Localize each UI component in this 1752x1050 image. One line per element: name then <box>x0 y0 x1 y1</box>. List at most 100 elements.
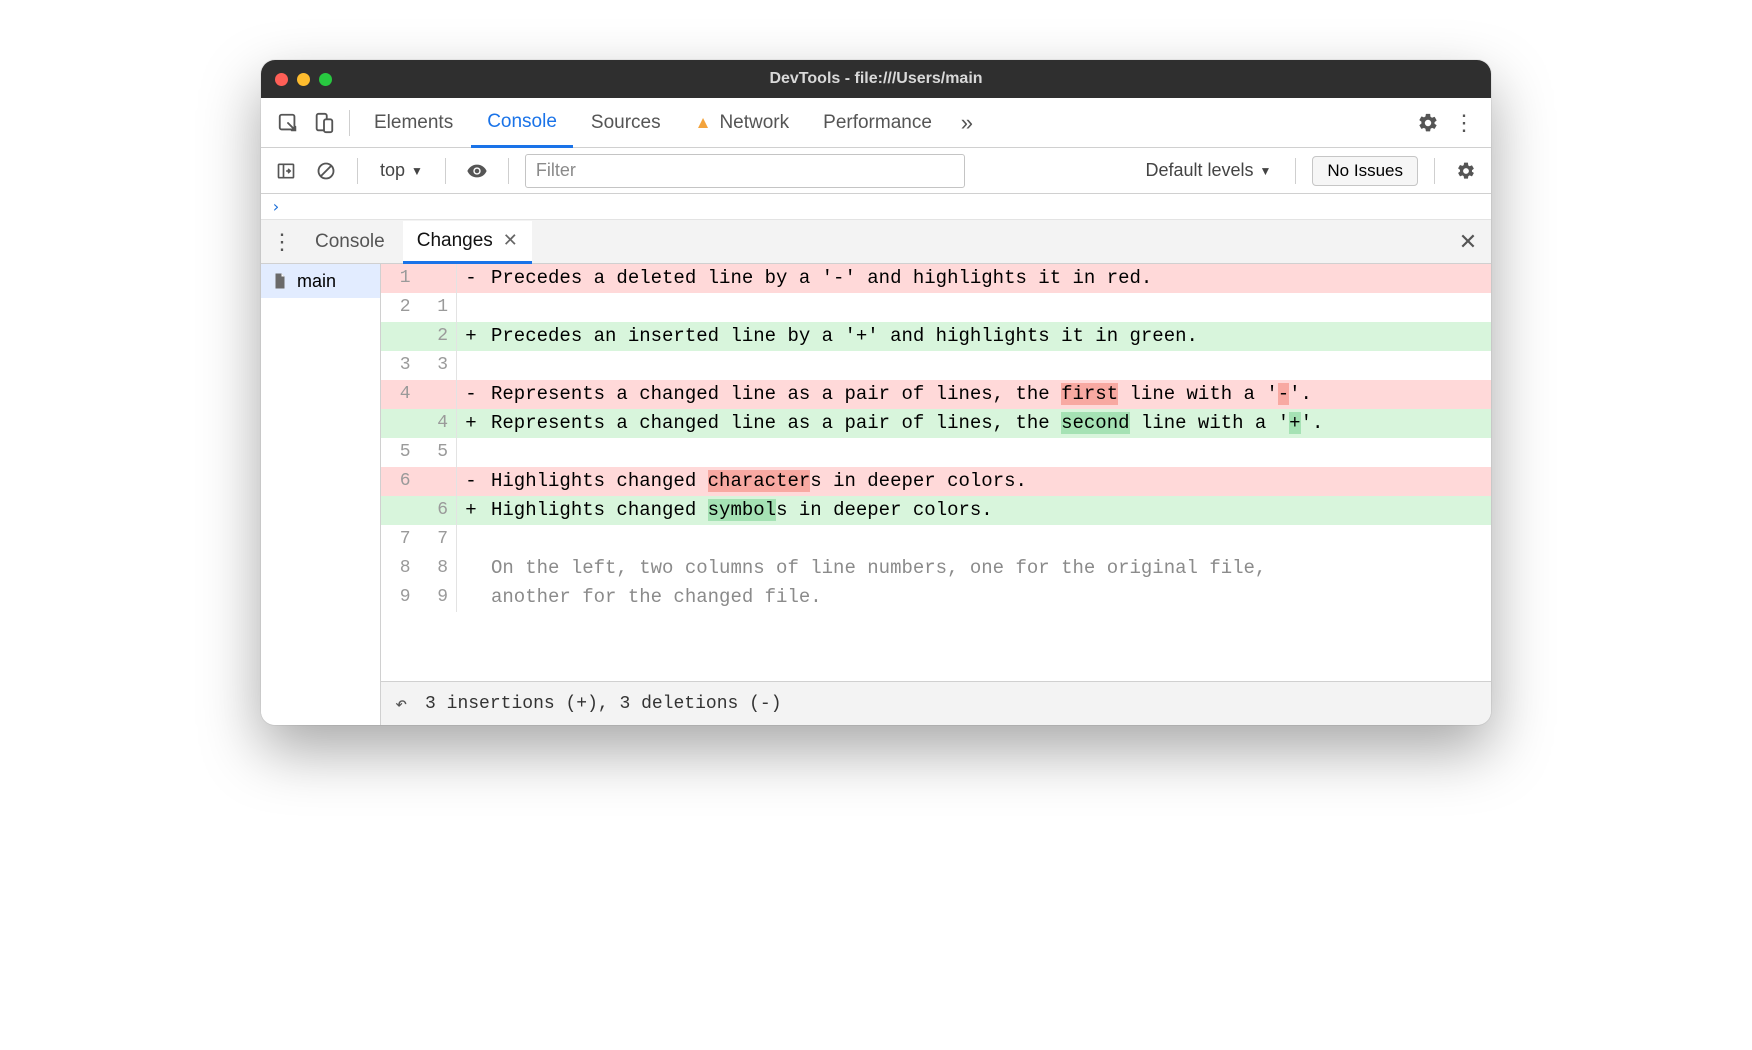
close-tab-icon[interactable]: ✕ <box>503 230 518 251</box>
diff-content: On the left, two columns of line numbers… <box>485 554 1491 583</box>
tab-network-label: Network <box>719 112 789 134</box>
divider <box>445 158 446 184</box>
diff-content: Precedes an inserted line by a '+' and h… <box>485 322 1491 351</box>
new-line-number: 7 <box>419 525 457 554</box>
diff-row: 77 <box>381 525 1491 554</box>
old-line-number <box>381 322 419 351</box>
new-line-number: 8 <box>419 554 457 583</box>
new-line-number <box>419 467 457 496</box>
console-prompt[interactable]: › <box>261 194 1491 220</box>
revert-icon[interactable]: ↶ <box>395 691 407 717</box>
diff-row: 88On the left, two columns of line numbe… <box>381 554 1491 583</box>
line-gutter: 21 <box>381 293 457 322</box>
maximize-window-button[interactable] <box>319 73 332 86</box>
old-line-number <box>381 496 419 525</box>
warning-icon: ▲ <box>695 113 712 133</box>
diff-row: 21 <box>381 293 1491 322</box>
new-line-number: 9 <box>419 583 457 612</box>
diff-marker <box>457 583 485 612</box>
diff-marker <box>457 554 485 583</box>
kebab-menu-icon[interactable]: ⋮ <box>1447 106 1481 140</box>
tab-performance-label: Performance <box>823 112 932 134</box>
line-gutter: 33 <box>381 351 457 380</box>
line-gutter: 55 <box>381 438 457 467</box>
line-gutter: 2 <box>381 322 457 351</box>
sidebar-toggle-icon[interactable] <box>271 156 301 186</box>
tab-sources-label: Sources <box>591 112 661 134</box>
tab-network[interactable]: ▲ Network <box>679 98 806 147</box>
diff-content <box>485 293 1491 322</box>
diff-row: 2+Precedes an inserted line by a '+' and… <box>381 322 1491 351</box>
issues-button[interactable]: No Issues <box>1312 156 1418 186</box>
divider <box>1434 158 1435 184</box>
console-toolbar: top ▼ Default levels ▼ No Issues <box>261 148 1491 194</box>
diff-marker <box>457 438 485 467</box>
file-icon <box>271 270 289 292</box>
diff-marker: + <box>457 409 485 438</box>
new-line-number: 5 <box>419 438 457 467</box>
files-column: main <box>261 264 381 725</box>
filter-input[interactable] <box>525 154 965 188</box>
console-settings-icon[interactable] <box>1451 156 1481 186</box>
diff-column: 1 - Precedes a deleted line by a '-' and h… <box>381 264 1491 725</box>
new-line-number: 6 <box>419 496 457 525</box>
log-levels-select[interactable]: Default levels ▼ <box>1137 160 1279 181</box>
settings-icon[interactable] <box>1411 106 1445 140</box>
tab-performance[interactable]: Performance <box>807 98 948 147</box>
close-window-button[interactable] <box>275 73 288 86</box>
tab-elements[interactable]: Elements <box>358 98 469 147</box>
diff-content: Highlights changed symbols in deeper col… <box>485 496 1491 525</box>
close-drawer-icon[interactable]: ✕ <box>1451 229 1485 255</box>
divider <box>508 158 509 184</box>
diff-content: Represents a changed line as a pair of l… <box>485 409 1491 438</box>
diff-row: 6-Highlights changed characters in deepe… <box>381 467 1491 496</box>
drawer-tab-console[interactable]: Console <box>301 220 399 263</box>
diff-row: 55 <box>381 438 1491 467</box>
drawer-tab-changes[interactable]: Changes ✕ <box>403 221 532 264</box>
clear-console-icon[interactable] <box>311 156 341 186</box>
inspect-element-icon[interactable] <box>271 106 305 140</box>
file-name-label: main <box>297 271 336 292</box>
diff-content <box>485 438 1491 467</box>
old-line-number: 9 <box>381 583 419 612</box>
drawer-menu-icon[interactable]: ⋮ <box>267 229 297 255</box>
window-title: DevTools - file:///Users/main <box>261 70 1491 88</box>
tab-console[interactable]: Console <box>471 99 573 148</box>
more-tabs-button[interactable]: » <box>950 106 984 140</box>
divider <box>1295 158 1296 184</box>
line-gutter: 6 <box>381 496 457 525</box>
diff-content: another for the changed file. <box>485 583 1491 612</box>
minimize-window-button[interactable] <box>297 73 310 86</box>
diff-content <box>485 525 1491 554</box>
diff-marker: + <box>457 322 485 351</box>
line-gutter: 4 <box>381 409 457 438</box>
diff-row: 4+Represents a changed line as a pair of… <box>381 409 1491 438</box>
diff-marker: + <box>457 496 485 525</box>
line-gutter: 4 <box>381 380 457 409</box>
file-item[interactable]: main <box>261 264 380 298</box>
window-controls <box>275 73 332 86</box>
line-gutter: 77 <box>381 525 457 554</box>
old-line-number: 6 <box>381 467 419 496</box>
changes-panel: main 1 - Precedes a deleted line by a '-' … <box>261 264 1491 725</box>
line-gutter: 99 <box>381 583 457 612</box>
old-line-number: 2 <box>381 293 419 322</box>
diff-row: 33 <box>381 351 1491 380</box>
diff-view[interactable]: 1 - Precedes a deleted line by a '-' and h… <box>381 264 1491 681</box>
execution-context-select[interactable]: top ▼ <box>374 160 429 181</box>
diff-content: Precedes a deleted line by a '-' and hig… <box>485 264 1491 293</box>
drawer-tab-strip: ⋮ Console Changes ✕ ✕ <box>261 220 1491 264</box>
old-line-number: 5 <box>381 438 419 467</box>
device-toolbar-icon[interactable] <box>307 106 341 140</box>
diff-marker: - <box>457 467 485 496</box>
diff-marker <box>457 351 485 380</box>
line-gutter: 1 <box>381 264 457 293</box>
drawer-tab-changes-label: Changes <box>417 230 493 252</box>
old-line-number: 1 <box>381 264 419 293</box>
titlebar: DevTools - file:///Users/main <box>261 60 1491 98</box>
tab-sources[interactable]: Sources <box>575 98 677 147</box>
old-line-number: 4 <box>381 380 419 409</box>
tab-elements-label: Elements <box>374 112 453 134</box>
live-expression-icon[interactable] <box>462 156 492 186</box>
new-line-number: 2 <box>419 322 457 351</box>
